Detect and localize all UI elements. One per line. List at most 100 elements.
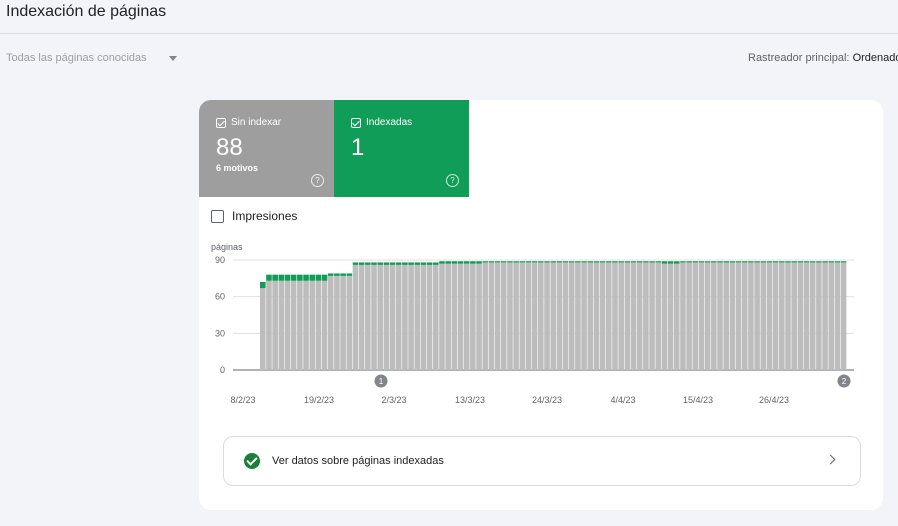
- bar-indexed: [414, 262, 421, 265]
- bar-indexed: [587, 261, 594, 263]
- bar-indexed: [500, 261, 507, 263]
- bar-indexed: [575, 261, 581, 263]
- bar-indexed: [606, 261, 612, 263]
- bar-not-indexed: [389, 264, 396, 370]
- chevron-down-icon: [168, 55, 177, 61]
- bar-not-indexed: [544, 262, 550, 370]
- bar-indexed: [828, 261, 835, 263]
- check-circle-icon: [244, 453, 260, 469]
- bar-indexed: [383, 262, 390, 265]
- x-tick-label: 26/4/23: [759, 395, 789, 405]
- bar-not-indexed: [630, 262, 637, 370]
- bar-not-indexed: [636, 262, 643, 370]
- bar-indexed: [463, 261, 470, 264]
- bar-not-indexed: [556, 262, 563, 370]
- bar-indexed: [260, 282, 266, 289]
- bar-not-indexed: [550, 262, 556, 370]
- tile-not-indexed[interactable]: Sin indexar 88 6 motivos ?: [199, 100, 334, 197]
- crawler-value: Ordenador: [852, 52, 898, 64]
- bar-not-indexed: [704, 262, 711, 370]
- bar-indexed: [426, 262, 433, 265]
- bar-indexed: [760, 261, 767, 263]
- bar-not-indexed: [445, 263, 451, 370]
- bar-not-indexed: [482, 262, 489, 370]
- bar-indexed: [643, 261, 649, 263]
- bar-not-indexed: [822, 262, 828, 370]
- bar-not-indexed: [562, 262, 569, 370]
- help-circle-icon[interactable]: ?: [311, 174, 324, 187]
- bar-indexed: [513, 261, 519, 263]
- tile-label: Sin indexar: [231, 117, 282, 128]
- bar-indexed: [284, 274, 291, 281]
- bar-not-indexed: [470, 263, 476, 370]
- bar-indexed: [334, 273, 340, 276]
- tile-indexed[interactable]: Indexadas 1 ?: [334, 100, 469, 197]
- checkbox-icon[interactable]: [211, 209, 224, 223]
- chevron-right-icon: [825, 454, 836, 465]
- bar-not-indexed: [315, 280, 322, 370]
- bar-not-indexed: [754, 262, 760, 370]
- bar-indexed: [470, 261, 476, 264]
- bar-not-indexed: [297, 280, 303, 370]
- bar-not-indexed: [760, 262, 767, 370]
- bar-not-indexed: [272, 280, 278, 370]
- bar-indexed: [680, 261, 686, 263]
- bar-indexed: [754, 261, 760, 263]
- bar-indexed: [692, 261, 699, 263]
- x-tick-label: 19/2/23: [304, 395, 334, 405]
- bar-indexed: [649, 261, 655, 263]
- bar-indexed: [439, 261, 445, 264]
- y-tick-label: 0: [220, 365, 225, 375]
- bar-not-indexed: [383, 264, 390, 370]
- bar-indexed: [772, 261, 779, 263]
- bar-indexed: [389, 262, 396, 265]
- bar-not-indexed: [816, 262, 822, 370]
- bar-not-indexed: [587, 262, 594, 370]
- y-tick-label: 90: [215, 255, 225, 265]
- bar-indexed: [741, 261, 748, 263]
- bar-indexed: [420, 262, 427, 265]
- bar-indexed: [346, 273, 353, 276]
- crawler-selector[interactable]: Rastreador principal: Ordenador: [748, 52, 898, 64]
- bar-not-indexed: [426, 264, 433, 370]
- bar-not-indexed: [525, 262, 532, 370]
- bar-indexed: [297, 274, 303, 281]
- bar-not-indexed: [779, 262, 785, 370]
- bar-not-indexed: [266, 280, 272, 370]
- pages-filter-label: Todas las páginas conocidas: [6, 52, 147, 64]
- bar-indexed: [266, 274, 272, 281]
- bar-indexed: [278, 274, 285, 281]
- checkbox-checked-icon: [351, 117, 361, 128]
- bar-not-indexed: [624, 262, 631, 370]
- view-indexed-data-button[interactable]: Ver datos sobre páginas indexadas: [223, 436, 861, 486]
- bar-not-indexed: [538, 262, 544, 370]
- indexing-chart: páginas 0 30 60 90 1 2 8/2/23 19/2/23 2/3/23 13/3/…: [211, 242, 854, 405]
- bar-not-indexed: [352, 264, 359, 370]
- bar-indexed: [766, 261, 773, 263]
- impressions-label: Impresiones: [232, 209, 298, 223]
- bar-not-indexed: [303, 280, 309, 370]
- title-divider: [0, 33, 898, 34]
- help-circle-icon[interactable]: ?: [446, 174, 459, 187]
- bar-indexed: [494, 261, 501, 263]
- bar-indexed: [531, 261, 538, 263]
- bar-indexed: [507, 261, 513, 263]
- bar-not-indexed: [451, 263, 458, 370]
- bar-not-indexed: [692, 262, 699, 370]
- crawler-label: Rastreador principal:: [748, 52, 853, 64]
- bar-not-indexed: [414, 264, 421, 370]
- bar-indexed: [797, 261, 804, 263]
- bar-not-indexed: [260, 288, 266, 370]
- bar-indexed: [735, 261, 742, 263]
- bar-not-indexed: [519, 262, 526, 370]
- bar-indexed: [661, 261, 668, 264]
- bar-indexed: [593, 261, 600, 263]
- pages-filter-dropdown[interactable]: Todas las páginas conocidas: [6, 52, 177, 64]
- bar-not-indexed: [655, 262, 662, 370]
- bar-not-indexed: [680, 262, 686, 370]
- bar-not-indexed: [507, 262, 513, 370]
- impressions-toggle[interactable]: Impresiones: [211, 209, 297, 223]
- bar-not-indexed: [618, 262, 624, 370]
- bar-indexed: [395, 262, 402, 265]
- bar-not-indexed: [741, 262, 748, 370]
